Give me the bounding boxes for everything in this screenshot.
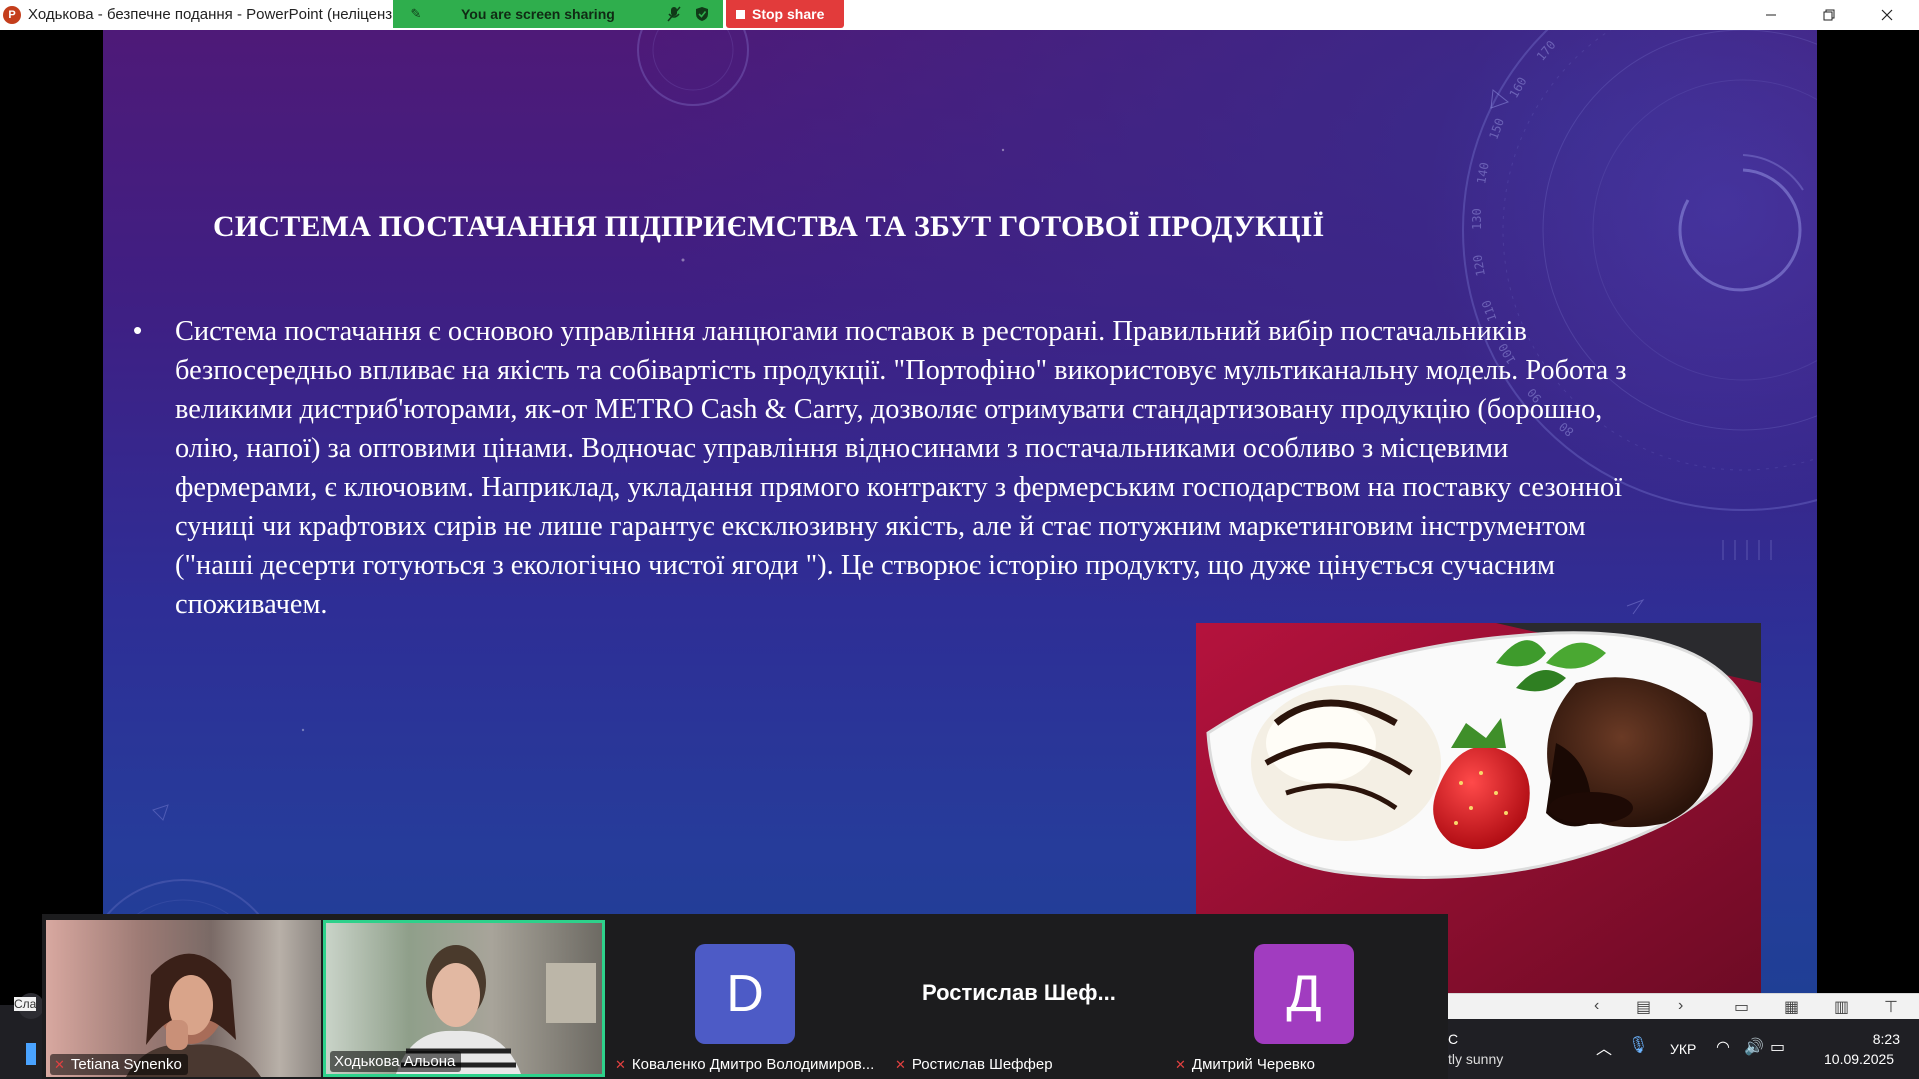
powerpoint-title-bar: P Ходькова - безпечне подання - PowerPoi…: [0, 0, 1919, 30]
clock-time[interactable]: 8:23: [1826, 1031, 1900, 1047]
minimize-icon: [1766, 14, 1776, 16]
language-indicator[interactable]: УКР: [1670, 1041, 1696, 1057]
stop-share-button[interactable]: Stop share: [726, 0, 844, 28]
slide-body-text[interactable]: Система постачання є основою управління …: [175, 312, 1645, 624]
screen-share-banner: ✎ You are screen sharing: [393, 0, 723, 28]
security-shield-icon[interactable]: [693, 5, 711, 23]
presentation-slide: 2102001901801701601501401301201101009080…: [103, 30, 1817, 993]
participant-name: Дмитрий Черевко: [1191, 1056, 1315, 1073]
stop-share-label: Stop share: [752, 6, 825, 22]
slide-sorter-icon[interactable]: ▦: [1784, 997, 1799, 1017]
participant-video-strip: ✕ Tetiana Synenko Ходькова Альона D ✕ Ко…: [42, 914, 1448, 1079]
show-hidden-icons-button[interactable]: ︿: [1596, 1035, 1612, 1059]
participant-tile-sheffer[interactable]: Ростислав Шеф... ✕ Ростислав Шеффер: [887, 920, 1167, 1077]
powerpoint-app-icon[interactable]: P: [3, 6, 21, 24]
participant-tile-cherevko[interactable]: Д ✕ Дмитрий Черевко: [1167, 920, 1446, 1077]
share-pen-icon[interactable]: ✎: [407, 5, 425, 23]
left-panel-fragment: ✎ Сла: [0, 993, 44, 1079]
mic-muted-icon: ✕: [1175, 1056, 1186, 1072]
participant-label: ✕ Коваленко Дмитро Володимиров...: [611, 1054, 880, 1075]
mic-muted-icon[interactable]: [665, 5, 683, 23]
previous-slide-button[interactable]: ‹: [1594, 997, 1599, 1015]
participant-name: Ростислав Шеффер: [911, 1056, 1053, 1073]
weather-temp-fragment[interactable]: C: [1448, 1031, 1458, 1047]
close-window-button[interactable]: [1859, 0, 1915, 30]
microphone-icon[interactable]: 🎙: [1628, 1035, 1648, 1055]
participant-tile-hodkova[interactable]: Ходькова Альона: [323, 920, 605, 1077]
participant-display-name: Ростислав Шеф...: [922, 980, 1116, 1005]
participant-name: Tetiana Synenko: [70, 1056, 182, 1073]
participant-label: ✕ Дмитрий Черевко: [1171, 1054, 1321, 1075]
next-slide-button[interactable]: ›: [1678, 997, 1683, 1015]
screen-sharing-status: You are screen sharing: [461, 6, 615, 22]
mic-muted-icon: ✕: [615, 1056, 626, 1072]
minimize-button[interactable]: [1743, 0, 1799, 30]
window-title: Ходькова - безпечне подання - PowerPoint…: [28, 6, 393, 23]
left-label-fragment: Сла: [14, 997, 37, 1011]
slideshow-icon[interactable]: ⊤: [1884, 997, 1898, 1017]
stop-icon: [736, 9, 745, 19]
close-icon: [1881, 9, 1893, 21]
avatar: D: [695, 944, 795, 1044]
normal-view-icon[interactable]: ▭: [1734, 997, 1749, 1017]
slide-menu-icon[interactable]: ▤: [1636, 997, 1651, 1017]
clock-date[interactable]: 10.09.2025: [1824, 1051, 1894, 1067]
participant-label: ✕ Tetiana Synenko: [50, 1054, 188, 1075]
mic-muted-icon: ✕: [54, 1056, 65, 1072]
mic-muted-icon: ✕: [895, 1056, 906, 1072]
participant-name: Коваленко Дмитро Володимиров...: [631, 1056, 875, 1073]
bullet-marker: •: [133, 315, 143, 345]
participant-label: ✕ Ростислав Шеффер: [891, 1054, 1059, 1075]
screen: P Ходькова - безпечне подання - PowerPoi…: [0, 0, 1919, 1079]
weather-text[interactable]: tly sunny: [1448, 1051, 1503, 1067]
windows-taskbar: C tly sunny ︿ 🎙 УКР ◠ 🔊 ▭ 8:23 10.09.202…: [1448, 1019, 1919, 1079]
reading-view-icon[interactable]: ▥: [1834, 997, 1849, 1017]
avatar: Д: [1254, 944, 1354, 1044]
volume-icon[interactable]: 🔊: [1744, 1037, 1764, 1057]
restore-button[interactable]: [1801, 0, 1857, 30]
participant-tile-tetiana[interactable]: ✕ Tetiana Synenko: [46, 920, 321, 1077]
wifi-icon[interactable]: ◠: [1716, 1037, 1730, 1057]
participant-tile-kovalenko[interactable]: D ✕ Коваленко Дмитро Володимиров...: [607, 920, 887, 1077]
battery-icon[interactable]: ▭: [1770, 1037, 1785, 1057]
restore-icon: [1823, 9, 1835, 21]
start-icon[interactable]: [26, 1043, 36, 1065]
powerpoint-status-bar: ‹ ▤ › ▭ ▦ ▥ ⊤: [1448, 993, 1919, 1019]
participant-name: Ходькова Альона: [334, 1053, 456, 1070]
participant-label: Ходькова Альона: [330, 1051, 462, 1072]
slide-title[interactable]: СИСТЕМА ПОСТАЧАННЯ ПІДПРИЄМСТВА ТА ЗБУТ …: [213, 210, 1513, 244]
